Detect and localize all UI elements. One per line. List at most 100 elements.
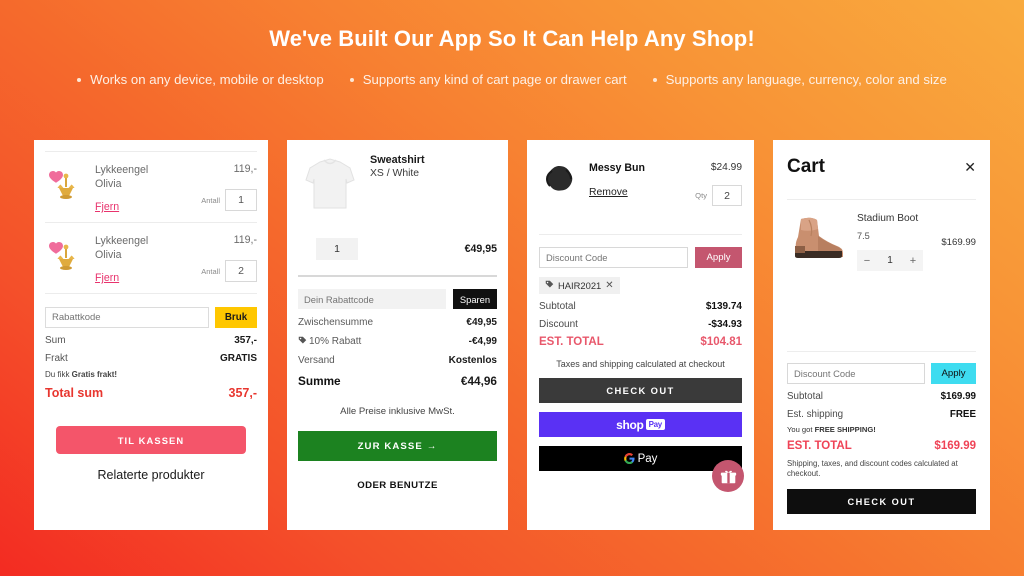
- line-item-price: €49,95: [464, 243, 497, 255]
- gift-icon[interactable]: [712, 460, 744, 492]
- remove-discount-icon[interactable]: ✕: [605, 280, 613, 291]
- list-item: Works on any device, mobile or desktop: [77, 72, 324, 87]
- summary-label: Subtotal: [539, 301, 576, 312]
- summary-value: FREE: [949, 409, 976, 420]
- cart-line-item: Sweatshirt XS / White: [298, 154, 497, 216]
- summary-row-total: Summe €44,96: [298, 374, 497, 388]
- cart-line-item: Lykkeengel Olivia Fjern 119,- Antall 1: [45, 152, 257, 222]
- tax-note: Alle Preise inklusive MwSt.: [340, 406, 455, 417]
- total-value: 357,-: [228, 386, 258, 400]
- bullet-dot-icon: [652, 77, 657, 82]
- cart-line-item-info: Messy Bun Remove: [589, 162, 654, 206]
- checkout-button[interactable]: CHECK OUT: [539, 378, 742, 403]
- line-item-price: 119,-: [233, 234, 257, 246]
- google-pay-logo: Pay: [623, 453, 657, 465]
- product-name: Stadium Boot: [857, 213, 919, 224]
- discount-code-input[interactable]: [45, 307, 209, 328]
- apply-discount-button[interactable]: Bruk: [215, 307, 257, 328]
- cart-card-drawer: Cart ✕ Stadium Boot 7.5 − 1 + $169.99 Di…: [773, 140, 990, 530]
- summary-label: 10% Rabatt: [309, 336, 362, 347]
- summary-value: GRATIS: [219, 353, 257, 364]
- total-label: Total sum: [45, 386, 104, 400]
- summary-label: Subtotal: [787, 391, 823, 402]
- fine-print: Shipping, taxes, and discount codes calc…: [787, 459, 958, 478]
- total-value: $169.99: [934, 440, 976, 452]
- drawer-footer: Apply Subtotal $169.99 Est. shipping FRE…: [787, 351, 976, 530]
- cart-card-english-shopify: Messy Bun Remove $24.99 Qty 2 Apply HAIR…: [527, 140, 754, 530]
- feature-bullet-list: Works on any device, mobile or desktop S…: [0, 72, 1024, 87]
- summary-value: -$34.93: [708, 319, 742, 330]
- shop-pay-logo: shop Pay: [616, 418, 665, 432]
- shop-pay-button[interactable]: shop Pay: [539, 412, 742, 437]
- product-thumbnail-messy-bun: [539, 162, 579, 202]
- quantity-stepper[interactable]: 1: [225, 189, 257, 211]
- cart-examples-row: Lykkeengel Olivia Fjern 119,- Antall 1 L…: [34, 140, 990, 530]
- summary-row-subtotal: Subtotal $169.99: [787, 391, 976, 402]
- product-thumbnail-sweatshirt: [298, 154, 362, 216]
- cart-line-item: Stadium Boot 7.5 − 1 + $169.99: [787, 213, 976, 271]
- quantity-row: Antall 1: [185, 189, 257, 211]
- summary-label: Discount: [539, 319, 578, 330]
- summary-row-shipping: Versand Kostenlos: [298, 355, 497, 366]
- checkout-button[interactable]: CHECK OUT: [787, 489, 976, 514]
- summary-value: €49,95: [466, 317, 497, 328]
- product-thumbnail-angel-charm: [45, 163, 85, 211]
- chip-label: HAIR2021: [558, 280, 602, 291]
- summary-row-subtotal: Sum 357,-: [45, 335, 257, 346]
- summary-row-shipping: Est. shipping FREE: [787, 409, 976, 420]
- note-strong: FREE SHIPPING!: [814, 425, 876, 434]
- product-variant: 7.5: [857, 231, 870, 241]
- close-icon[interactable]: ✕: [964, 160, 976, 174]
- quantity-stepper[interactable]: − 1 +: [857, 250, 923, 271]
- applied-discount-chip[interactable]: HAIR2021 ✕: [539, 277, 620, 294]
- checkout-button[interactable]: TIL KASSEN: [56, 426, 246, 454]
- checkout-button[interactable]: ZUR KASSE →: [298, 431, 497, 461]
- cart-line-item-info: Lykkeengel Olivia Fjern: [95, 234, 175, 284]
- quantity-stepper[interactable]: 1: [316, 238, 358, 260]
- discount-code-input[interactable]: [539, 247, 688, 268]
- quantity-increment-button[interactable]: +: [903, 255, 923, 267]
- summary-row-shipping: Frakt GRATIS: [45, 353, 257, 364]
- list-item: Supports any language, currency, color a…: [652, 72, 947, 87]
- product-thumbnail-boot: [787, 213, 849, 265]
- remove-item-link[interactable]: Fjern: [95, 272, 119, 284]
- cart-line-item: Messy Bun Remove $24.99 Qty 2: [539, 162, 742, 206]
- divider: [45, 293, 257, 294]
- bullet-dot-icon: [77, 77, 82, 82]
- summary-label: Zwischensumme: [298, 317, 374, 328]
- cart-line-item-info: Sweatshirt XS / White: [370, 154, 497, 216]
- apply-discount-button[interactable]: Apply: [931, 363, 976, 384]
- remove-item-link[interactable]: Fjern: [95, 201, 119, 213]
- remove-item-link[interactable]: Remove: [589, 187, 628, 198]
- divider: [298, 275, 497, 277]
- cart-line-item-right: 119,- Antall 1: [185, 163, 257, 213]
- cart-line-item: Lykkeengel Olivia Fjern 119,- Antall 2: [45, 223, 257, 293]
- product-name: Sweatshirt: [370, 154, 425, 166]
- apply-discount-button[interactable]: Apply: [695, 247, 742, 268]
- summary-row-total: Total sum 357,-: [45, 386, 257, 400]
- discount-code-input[interactable]: [298, 289, 446, 309]
- quantity-value[interactable]: 1: [877, 255, 903, 266]
- summary-row-discount: 10% Rabatt -€4,99: [298, 336, 497, 347]
- quantity-decrement-button[interactable]: −: [857, 255, 877, 267]
- cart-line-item-info: Lykkeengel Olivia Fjern: [95, 163, 175, 213]
- quantity-stepper[interactable]: 2: [225, 260, 257, 282]
- discount-code-input[interactable]: [787, 363, 925, 384]
- summary-value: $169.99: [940, 391, 976, 402]
- free-shipping-note: Du fikk Gratis frakt!: [45, 370, 257, 379]
- google-pay-button[interactable]: Pay: [539, 446, 742, 471]
- shop-pay-wordmark: shop: [616, 417, 644, 432]
- page-title: Cart: [787, 156, 826, 177]
- apply-discount-button[interactable]: Sparen: [453, 289, 497, 309]
- product-name-line2: Olivia: [95, 249, 122, 261]
- divider: [787, 199, 976, 200]
- quantity-stepper[interactable]: 2: [712, 185, 742, 206]
- tag-icon: [298, 336, 307, 345]
- total-label: EST. TOTAL: [787, 440, 852, 452]
- summary-label: Sum: [45, 335, 66, 346]
- product-name: Messy Bun: [589, 162, 645, 174]
- line-item-price: 119,-: [233, 163, 257, 175]
- note-prefix: Du fikk: [45, 370, 72, 379]
- cart-line-item-right: $24.99 Qty 2: [664, 162, 742, 206]
- bullet-label: Supports any language, currency, color a…: [665, 72, 947, 87]
